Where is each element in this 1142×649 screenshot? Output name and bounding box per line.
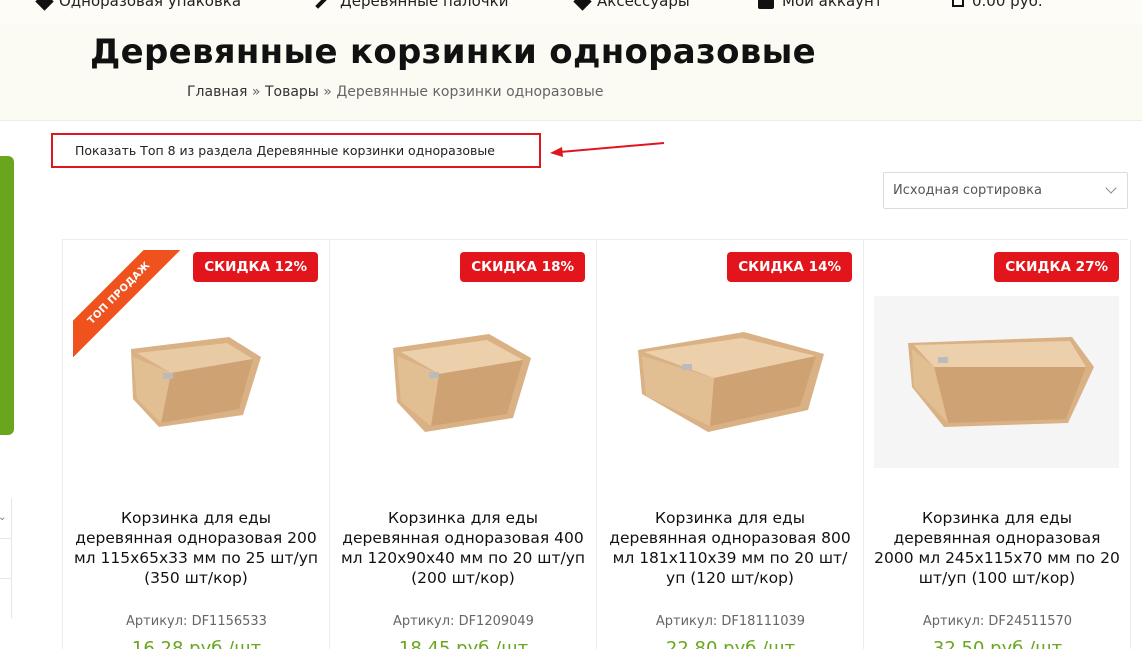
nav-item-cart[interactable]: 0.00 руб.	[952, 0, 1043, 11]
product-card[interactable]: СКИДКА 27% Корзинка для еды деревянная о…	[864, 240, 1131, 649]
top8-label: Показать Топ 8 из раздела Деревянные кор…	[75, 143, 495, 158]
product-image[interactable]	[340, 296, 585, 468]
nav-item-accessories[interactable]: Аксессуары	[573, 0, 690, 11]
product-card[interactable]: СКИДКА 14% Корзинка для еды деревянная о…	[597, 240, 864, 649]
nav-item-label: 0.00 руб.	[972, 0, 1043, 10]
page-header: Деревянные корзинки одноразовые Главная …	[0, 24, 1142, 121]
stick-icon	[315, 0, 331, 9]
top-navigation: Одноразовая упаковка Деревянные палочки …	[0, 0, 1142, 24]
breadcrumb-separator: »	[247, 84, 265, 100]
wooden-basket-icon	[130, 337, 261, 427]
wooden-basket-icon	[637, 332, 824, 432]
nav-item-label: Деревянные палочки	[340, 0, 509, 10]
product-price: 32,50 руб./шт	[932, 638, 1063, 649]
product-sku: Артикул: DF18111039	[655, 614, 806, 629]
user-icon	[758, 0, 774, 9]
product-grid: ТОП ПРОДАЖ СКИДКА 12% Корзинка для еды д…	[62, 239, 1131, 649]
product-price: 22,80 руб./шт	[665, 638, 796, 649]
chevron-down-icon: ⌄	[0, 512, 7, 523]
discount-badge: СКИДКА 18%	[460, 252, 585, 282]
page-title: Деревянные корзинки одноразовые	[90, 32, 816, 72]
annotation-arrow-icon	[550, 142, 665, 157]
nav-item-account[interactable]: Мой аккаунт	[758, 0, 883, 11]
product-card[interactable]: СКИДКА 18% Корзинка для еды деревянная о…	[330, 240, 597, 649]
breadcrumb-current: Деревянные корзинки одноразовые	[336, 84, 604, 100]
breadcrumb-separator: »	[318, 84, 337, 100]
wooden-basket-icon	[392, 334, 531, 432]
nav-item-packaging[interactable]: Одноразовая упаковка	[35, 0, 242, 11]
nav-item-label: Аксессуары	[597, 0, 690, 10]
nav-item-label: Мой аккаунт	[782, 0, 883, 10]
product-image[interactable]	[874, 296, 1119, 468]
product-name[interactable]: Корзинка для еды деревянная одноразовая …	[73, 508, 319, 588]
product-name[interactable]: Корзинка для еды деревянная одноразовая …	[607, 508, 853, 588]
tag-icon	[573, 0, 592, 11]
sort-select[interactable]: Исходная сортировка	[883, 172, 1128, 209]
chevron-down-icon	[1105, 182, 1117, 194]
discount-badge: СКИДКА 14%	[727, 252, 852, 282]
discount-badge: СКИДКА 12%	[193, 252, 318, 282]
discount-badge: СКИДКА 27%	[994, 252, 1119, 282]
sort-selected-value: Исходная сортировка	[893, 183, 1042, 198]
product-sku: Артикул: DF24511570	[922, 614, 1073, 629]
product-image[interactable]	[607, 296, 852, 468]
cart-icon	[952, 0, 964, 7]
nav-item-sticks[interactable]: Деревянные палочки	[314, 0, 508, 11]
sidebar-toggle-tab[interactable]	[0, 156, 14, 435]
product-price: 16,28 руб./шт	[131, 638, 262, 649]
product-sku: Артикул: DF1156533	[126, 614, 267, 629]
breadcrumb: Главная » Товары » Деревянные корзинки о…	[187, 84, 603, 100]
top8-link[interactable]: Показать Топ 8 из раздела Деревянные кор…	[51, 133, 541, 168]
breadcrumb-home-link[interactable]: Главная	[187, 84, 247, 100]
product-name[interactable]: Корзинка для еды деревянная одноразовая …	[340, 508, 586, 588]
wooden-basket-icon	[907, 337, 1094, 427]
box-icon	[35, 0, 54, 11]
product-card[interactable]: ТОП ПРОДАЖ СКИДКА 12% Корзинка для еды д…	[63, 240, 330, 649]
product-name[interactable]: Корзинка для еды деревянная одноразовая …	[874, 508, 1120, 588]
product-price: 18,45 руб./шт	[398, 638, 529, 649]
breadcrumb-goods-link[interactable]: Товары	[265, 84, 319, 100]
nav-item-label: Одноразовая упаковка	[59, 0, 242, 10]
product-image[interactable]	[73, 296, 318, 468]
product-sku: Артикул: DF1209049	[393, 614, 534, 629]
